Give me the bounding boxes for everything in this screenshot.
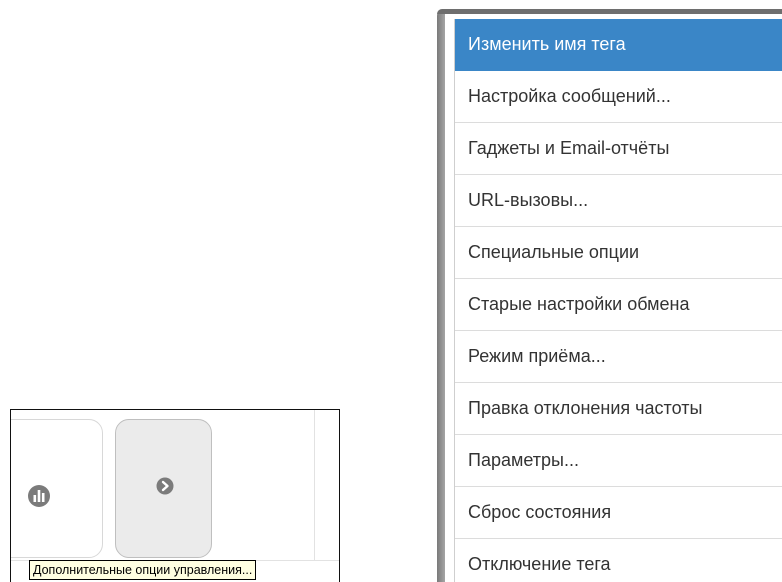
menu-item-label: Гаджеты и Email-отчёты (468, 138, 670, 158)
grid-divider-vertical (314, 410, 315, 560)
menu-item-frequency-offset[interactable]: Правка отклонения частоты (455, 383, 782, 435)
menu-item-message-settings[interactable]: Настройка сообщений... (455, 71, 782, 123)
menu-item-label: Сброс состояния (468, 502, 612, 522)
widget-inset: ик Дополнительные опции управления... (10, 409, 340, 582)
menu-item-label: Старые настройки обмена (468, 294, 690, 314)
menu-item-receive-mode[interactable]: Режим приёма... (455, 331, 782, 383)
menu-item-label: Отключение тега (468, 554, 611, 574)
menu-item-disable-tag[interactable]: Отключение тега (455, 539, 782, 582)
menu-item-label: Параметры... (468, 450, 579, 470)
menu-item-label: Специальные опции (468, 242, 640, 262)
menu-item-label: Правка отклонения частоты (468, 398, 703, 418)
menu-item-legacy-exchange-settings[interactable]: Старые настройки обмена (455, 279, 782, 331)
menu-item-gadgets-email-reports[interactable]: Гаджеты и Email-отчёты (455, 123, 782, 175)
menu-item-label: Режим приёма... (468, 346, 606, 366)
menu-item-special-options[interactable]: Специальные опции (455, 227, 782, 279)
menu-item-label: Настройка сообщений... (468, 86, 671, 106)
menu-frame-top (437, 9, 782, 14)
menu-frame-edge (437, 9, 445, 582)
more-options-button[interactable] (115, 419, 212, 558)
chart-card[interactable]: ик (11, 419, 103, 558)
menu-item-parameters[interactable]: Параметры... (455, 435, 782, 487)
chevron-right-circle-icon (156, 477, 174, 495)
context-menu: Изменить имя тега Настройка сообщений...… (454, 19, 782, 582)
menu-item-rename-tag[interactable]: Изменить имя тега (455, 19, 782, 71)
more-options-tooltip: Дополнительные опции управления... (29, 560, 257, 580)
chart-icon (28, 485, 50, 507)
menu-item-reset-state[interactable]: Сброс состояния (455, 487, 782, 539)
menu-item-label: URL-вызовы... (468, 190, 589, 210)
menu-item-url-calls[interactable]: URL-вызовы... (455, 175, 782, 227)
